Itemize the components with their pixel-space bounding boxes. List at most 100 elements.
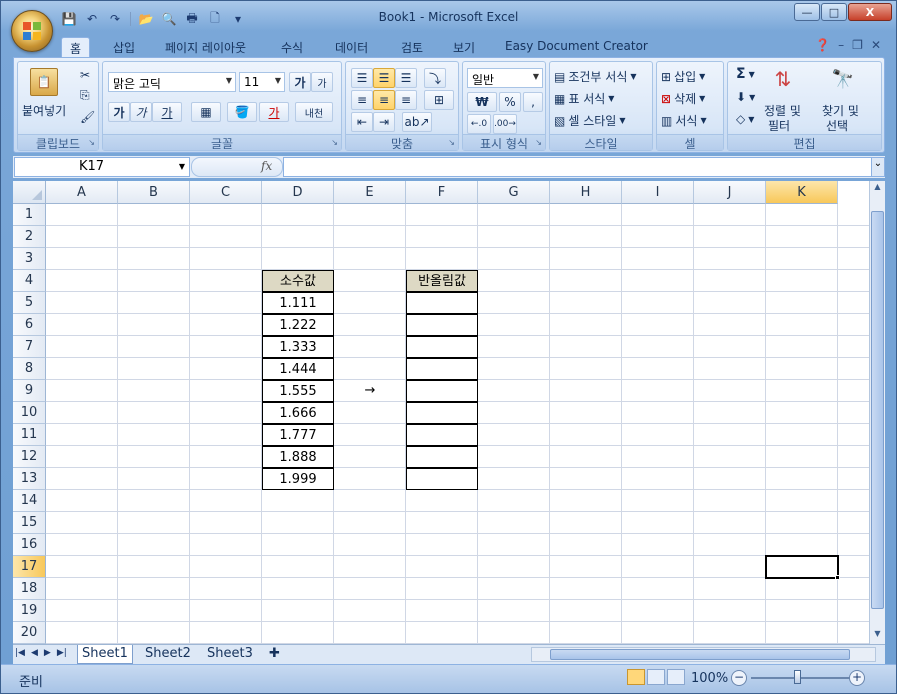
align-left-icon[interactable]: ≡ bbox=[351, 90, 373, 110]
fill-handle[interactable] bbox=[835, 575, 840, 580]
column-header-a[interactable]: A bbox=[46, 181, 118, 204]
zoom-level[interactable]: 100% bbox=[691, 671, 728, 686]
zoom-out-icon[interactable]: − bbox=[731, 670, 747, 686]
row-header-13[interactable]: 13 bbox=[13, 468, 46, 490]
column-header-j[interactable]: J bbox=[694, 181, 766, 204]
phonetic-button[interactable]: 내천 bbox=[295, 102, 333, 122]
cell-d13[interactable]: 1.999 bbox=[262, 468, 334, 490]
grow-font-button[interactable]: 가 bbox=[289, 72, 311, 92]
find-select-label-2[interactable]: 선택 bbox=[826, 117, 848, 134]
row-header-17[interactable]: 17 bbox=[13, 556, 46, 578]
worksheet-grid[interactable]: ABCDEFGHIJK 1 2 3 4 5 6 7 8 9 10 11 12 13 14 15 16 17 18 1… bbox=[13, 181, 885, 644]
tab-formulas[interactable]: 수식 bbox=[273, 37, 311, 57]
currency-button[interactable]: ₩ bbox=[467, 92, 497, 112]
zoom-slider-track[interactable] bbox=[751, 677, 851, 679]
column-header-c[interactable]: C bbox=[190, 181, 262, 204]
tab-insert[interactable]: 삽입 bbox=[105, 37, 143, 57]
sort-filter-label-2[interactable]: 필터 bbox=[768, 117, 790, 134]
tab-home[interactable]: 홈 bbox=[61, 37, 91, 57]
row-header-12[interactable]: 12 bbox=[13, 446, 46, 468]
column-header-h[interactable]: H bbox=[550, 181, 622, 204]
select-all-button[interactable] bbox=[13, 181, 46, 204]
number-format-select[interactable]: 일반 ▼ bbox=[467, 68, 543, 88]
cell-d6[interactable]: 1.222 bbox=[262, 314, 334, 336]
row-header-14[interactable]: 14 bbox=[13, 490, 46, 512]
font-name-select[interactable]: 맑은 고딕 ▼ bbox=[108, 72, 236, 92]
comma-button[interactable]: , bbox=[523, 92, 543, 112]
row-header-20[interactable]: 20 bbox=[13, 622, 46, 644]
help-icon[interactable]: ❓ bbox=[815, 38, 830, 52]
alignment-launcher-icon[interactable]: ↘ bbox=[448, 138, 455, 147]
tab-page-layout[interactable]: 페이지 레이아웃 bbox=[157, 37, 254, 57]
format-cells-button[interactable]: ▥ 서식 ▼ bbox=[661, 112, 707, 129]
cell-f4[interactable]: 반올림값 bbox=[406, 270, 478, 292]
font-size-select[interactable]: 11 ▼ bbox=[239, 72, 285, 92]
cell-d11[interactable]: 1.777 bbox=[262, 424, 334, 446]
row-header-3[interactable]: 3 bbox=[13, 248, 46, 270]
page-break-view-icon[interactable] bbox=[667, 669, 685, 685]
zoom-in-icon[interactable]: + bbox=[849, 670, 865, 686]
sheet-tab-3[interactable]: Sheet3 bbox=[203, 645, 257, 664]
decrease-indent-icon[interactable]: ⇤ bbox=[351, 112, 373, 132]
cell-d4[interactable]: 소수값 bbox=[262, 270, 334, 292]
tab-data[interactable]: 데이터 bbox=[327, 37, 376, 57]
row-header-16[interactable]: 16 bbox=[13, 534, 46, 556]
cut-icon[interactable]: ✂ bbox=[80, 68, 90, 82]
fill-color-icon[interactable]: 🪣 bbox=[227, 102, 257, 122]
number-launcher-icon[interactable]: ↘ bbox=[535, 138, 542, 147]
bold-button[interactable]: 가 bbox=[108, 102, 130, 122]
row-header-11[interactable]: 11 bbox=[13, 424, 46, 446]
increase-indent-icon[interactable]: ⇥ bbox=[373, 112, 395, 132]
cell-d9[interactable]: 1.555 bbox=[262, 380, 334, 402]
row-header-2[interactable]: 2 bbox=[13, 226, 46, 248]
percent-button[interactable]: % bbox=[499, 92, 521, 112]
cell-d10[interactable]: 1.666 bbox=[262, 402, 334, 424]
delete-cells-button[interactable]: ⊠ 삭제 ▼ bbox=[661, 90, 705, 107]
scroll-down-icon[interactable]: ▼ bbox=[871, 629, 884, 643]
insert-cells-button[interactable]: ⊞ 삽입 ▼ bbox=[661, 68, 705, 85]
conditional-format-button[interactable]: ▤ 조건부 서식 ▼ bbox=[554, 68, 637, 85]
minimize-button[interactable]: — bbox=[794, 3, 820, 21]
align-middle-icon[interactable]: ☰ bbox=[373, 68, 395, 88]
column-header-b[interactable]: B bbox=[118, 181, 190, 204]
last-sheet-icon[interactable]: ▶| bbox=[57, 648, 67, 658]
row-header-19[interactable]: 19 bbox=[13, 600, 46, 622]
row-header-5[interactable]: 5 bbox=[13, 292, 46, 314]
clipboard-launcher-icon[interactable]: ↘ bbox=[88, 138, 95, 147]
horizontal-scroll-thumb[interactable] bbox=[550, 649, 850, 660]
align-bottom-icon[interactable]: ☰ bbox=[395, 68, 417, 88]
formula-input[interactable] bbox=[283, 157, 873, 177]
row-header-6[interactable]: 6 bbox=[13, 314, 46, 336]
cell-e9[interactable]: → bbox=[334, 380, 406, 402]
tab-review[interactable]: 검토 bbox=[393, 37, 431, 57]
row-header-10[interactable]: 10 bbox=[13, 402, 46, 424]
cell-d8[interactable]: 1.444 bbox=[262, 358, 334, 380]
row-header-15[interactable]: 15 bbox=[13, 512, 46, 534]
paste-icon[interactable]: 📋 bbox=[30, 68, 58, 96]
sort-filter-icon[interactable]: ⇅ bbox=[768, 64, 798, 94]
row-header-9[interactable]: 9 bbox=[13, 380, 46, 402]
next-sheet-icon[interactable]: ▶ bbox=[44, 648, 51, 658]
zoom-slider-thumb[interactable] bbox=[794, 670, 801, 684]
merge-center-icon[interactable]: ⊞ bbox=[424, 90, 454, 110]
border-button[interactable]: ▦ bbox=[191, 102, 221, 122]
cell-f8[interactable] bbox=[406, 358, 478, 380]
column-header-d[interactable]: D bbox=[262, 181, 334, 204]
vertical-scroll-thumb[interactable] bbox=[871, 211, 884, 609]
office-button[interactable] bbox=[11, 10, 53, 52]
decrease-decimal-icon[interactable]: .00→ bbox=[493, 114, 517, 134]
font-color-button[interactable]: 가 bbox=[259, 102, 289, 122]
cell-f11[interactable] bbox=[406, 424, 478, 446]
column-header-g[interactable]: G bbox=[478, 181, 550, 204]
expand-formula-bar-icon[interactable]: ⌄ bbox=[871, 157, 885, 177]
vertical-scrollbar[interactable]: ▲ ▼ bbox=[869, 181, 885, 644]
tab-view[interactable]: 보기 bbox=[445, 37, 483, 57]
cell-d12[interactable]: 1.888 bbox=[262, 446, 334, 468]
cell-f12[interactable] bbox=[406, 446, 478, 468]
binoculars-icon[interactable]: 🔭 bbox=[828, 64, 858, 94]
prev-sheet-icon[interactable]: ◀ bbox=[31, 648, 38, 658]
ribbon-restore-icon[interactable]: ❐ bbox=[852, 38, 863, 52]
column-header-k[interactable]: K bbox=[766, 181, 838, 204]
tab-easy-document-creator[interactable]: Easy Document Creator bbox=[497, 37, 656, 57]
cell-f13[interactable] bbox=[406, 468, 478, 490]
